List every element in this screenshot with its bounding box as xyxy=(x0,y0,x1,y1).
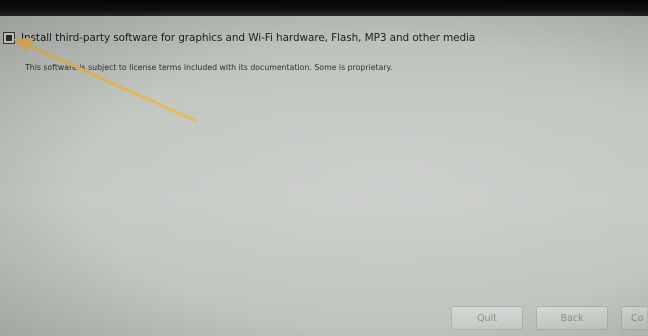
installer-screen: Install third-party software for graphic… xyxy=(0,0,648,336)
annotation-arrow xyxy=(13,38,198,123)
annotation-arrow-shaft xyxy=(28,44,198,123)
